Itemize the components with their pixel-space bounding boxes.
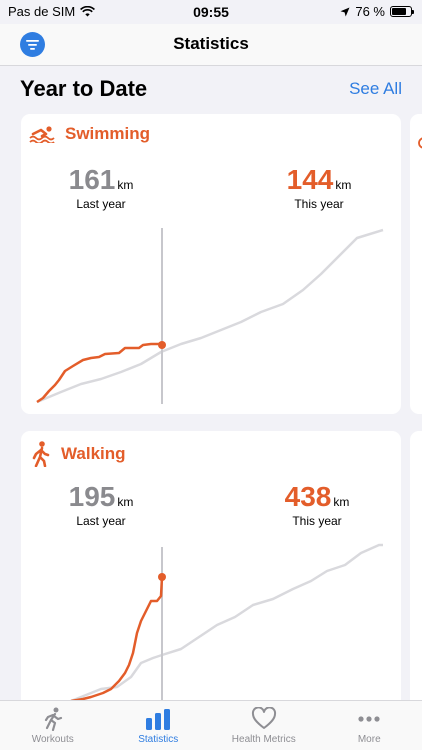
bar-chart-icon bbox=[146, 709, 171, 730]
unit-label: km bbox=[117, 178, 134, 192]
ellipsis-icon bbox=[358, 716, 380, 722]
last-year-value-row: 161 km bbox=[31, 164, 171, 196]
status-right: 76 % bbox=[340, 4, 414, 19]
page-title: Statistics bbox=[173, 34, 249, 53]
this-year-value-row: 438 km bbox=[247, 481, 387, 513]
tab-label: Statistics bbox=[138, 734, 179, 745]
card-title: Walking bbox=[61, 444, 126, 463]
status-bar: Pas de SIM 09:55 76 % bbox=[0, 0, 422, 24]
this-year-value-row: 144 km bbox=[249, 164, 389, 196]
tab-bar: Workouts Statistics Health Metrics More bbox=[0, 700, 422, 750]
next-card-peek[interactable] bbox=[410, 431, 422, 721]
this-year-stat: 144 km This year bbox=[249, 164, 389, 211]
this-year-value: 438 bbox=[284, 481, 332, 512]
walker-icon bbox=[32, 441, 50, 467]
card-header: Swimming bbox=[29, 124, 150, 144]
heart-icon bbox=[251, 707, 276, 729]
last-year-value: 195 bbox=[68, 481, 116, 512]
this-year-label: This year bbox=[294, 197, 344, 211]
unit-label: km bbox=[333, 495, 350, 509]
tab-statistics[interactable]: Statistics bbox=[106, 701, 212, 750]
today-marker-dot bbox=[158, 341, 166, 349]
last-year-value-row: 195 km bbox=[31, 481, 171, 513]
tab-label: Workouts bbox=[31, 734, 74, 745]
next-card-peek[interactable] bbox=[410, 114, 422, 414]
section-header: Year to Date See All bbox=[20, 76, 402, 104]
battery-percent: 76 % bbox=[355, 4, 385, 19]
battery-icon bbox=[390, 6, 414, 17]
today-marker-dot bbox=[158, 573, 166, 581]
card-header: Walking bbox=[29, 441, 126, 467]
see-all-link[interactable]: See All bbox=[349, 79, 402, 99]
last-year-line bbox=[36, 228, 384, 404]
last-year-value: 161 bbox=[68, 164, 116, 195]
unit-label: km bbox=[335, 178, 352, 192]
tab-more[interactable]: More bbox=[317, 701, 422, 750]
peek-icon bbox=[418, 137, 422, 149]
nav-bar: Statistics bbox=[0, 24, 422, 66]
this-year-value: 144 bbox=[286, 164, 334, 195]
card-title: Swimming bbox=[65, 124, 151, 143]
unit-label: km bbox=[117, 495, 134, 509]
this-year-stat: 438 km This year bbox=[247, 481, 387, 528]
tab-label: Health Metrics bbox=[231, 734, 296, 745]
tab-health-metrics[interactable]: Health Metrics bbox=[211, 701, 317, 750]
last-year-stat: 195 km Last year bbox=[31, 481, 171, 528]
last-year-label: Last year bbox=[76, 514, 126, 528]
tab-label: More bbox=[357, 734, 381, 745]
this-year-label: This year bbox=[292, 514, 342, 528]
tab-workouts[interactable]: Workouts bbox=[0, 701, 106, 750]
last-year-stat: 161 km Last year bbox=[31, 164, 171, 211]
battery-fill bbox=[392, 8, 406, 15]
last-year-line bbox=[70, 543, 383, 703]
runner-icon bbox=[44, 707, 62, 731]
swimmer-icon bbox=[29, 126, 55, 143]
this-year-line bbox=[70, 576, 164, 703]
location-arrow-icon bbox=[340, 7, 350, 16]
section-title: Year to Date bbox=[20, 76, 148, 101]
swimming-card[interactable]: Swimming 161 km Last year 144 km This year bbox=[21, 114, 401, 414]
swimming-progress-chart bbox=[36, 228, 384, 404]
walking-card[interactable]: Walking 195 km Last year 438 km This year bbox=[21, 431, 401, 721]
last-year-label: Last year bbox=[76, 197, 126, 211]
walking-progress-chart bbox=[70, 543, 383, 721]
